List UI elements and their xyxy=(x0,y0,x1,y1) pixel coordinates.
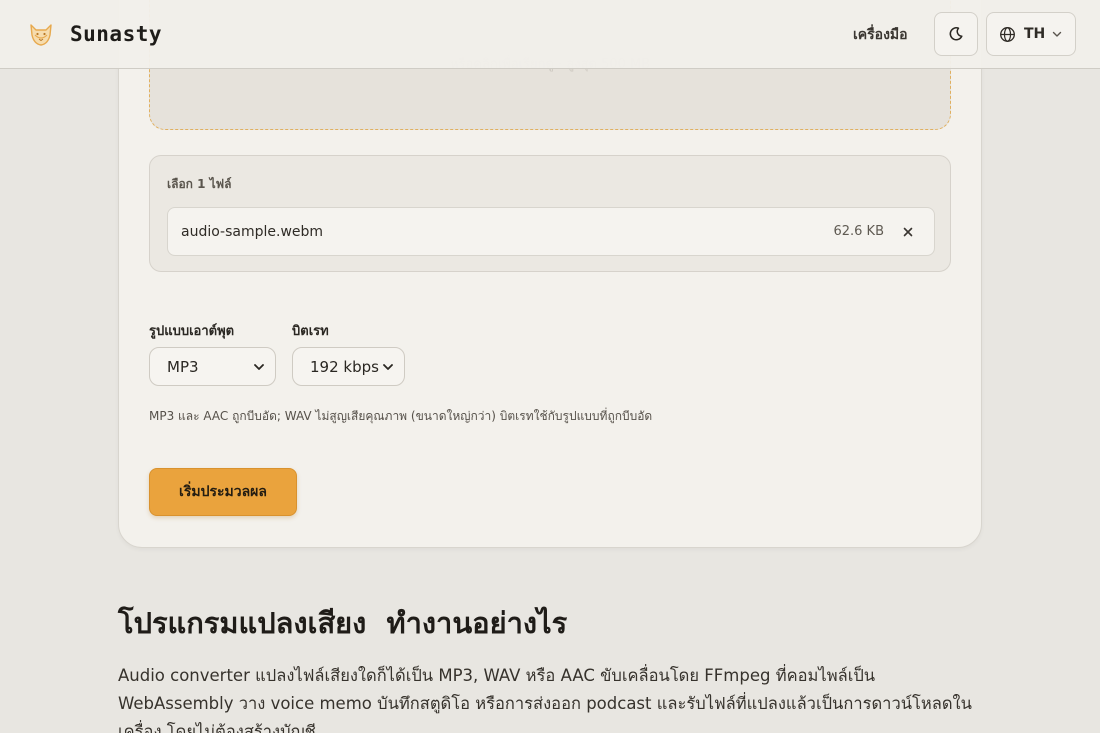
close-icon xyxy=(903,227,913,237)
language-select-button[interactable]: TH xyxy=(986,12,1076,56)
section-body: Audio converter แปลงไฟล์เสียงใดก็ได้เป็น… xyxy=(118,666,972,733)
language-code: TH xyxy=(1024,26,1046,42)
bitrate-value: 192 kbps xyxy=(310,357,379,376)
file-size: 62.6 KB xyxy=(833,224,884,239)
brand-name: Sunasty xyxy=(70,22,163,46)
theme-toggle-button[interactable] xyxy=(934,12,978,56)
format-help-text: MP3 และ AAC ถูกบีบอัด; WAV ไม่สูญเสียคุณ… xyxy=(149,409,653,423)
remove-file-button[interactable] xyxy=(899,222,917,242)
chevron-down-icon xyxy=(254,364,264,370)
chevron-down-icon xyxy=(1053,31,1062,37)
fox-logo-icon xyxy=(30,24,52,46)
moon-icon xyxy=(949,27,963,41)
top-header: Sunasty เครื่องมือ TH xyxy=(0,0,1100,69)
file-name: audio-sample.webm xyxy=(181,224,324,240)
output-format-value: MP3 xyxy=(167,357,199,376)
output-format-label: รูปแบบเอาต์พุต xyxy=(149,324,235,339)
start-processing-button[interactable]: เริ่มประมวลผล xyxy=(149,468,297,516)
file-row: audio-sample.webm 62.6 KB xyxy=(167,207,935,256)
output-format-select[interactable]: MP3 xyxy=(149,347,276,386)
selected-files-title: เลือก 1 ไฟล์ xyxy=(167,177,232,191)
nav-tools-link[interactable]: เครื่องมือ xyxy=(853,24,908,46)
selected-files-panel: เลือก 1 ไฟล์ audio-sample.webm 62.6 KB xyxy=(149,155,951,272)
brand-link[interactable]: Sunasty xyxy=(26,19,162,49)
bitrate-label: บิตเรท xyxy=(292,324,329,339)
chevron-down-icon xyxy=(383,364,393,370)
bitrate-select[interactable]: 192 kbps xyxy=(292,347,405,386)
section-title: โปรแกรมแปลงเสียง ทำงานอย่างไร xyxy=(118,606,568,640)
globe-icon xyxy=(1000,26,1015,42)
